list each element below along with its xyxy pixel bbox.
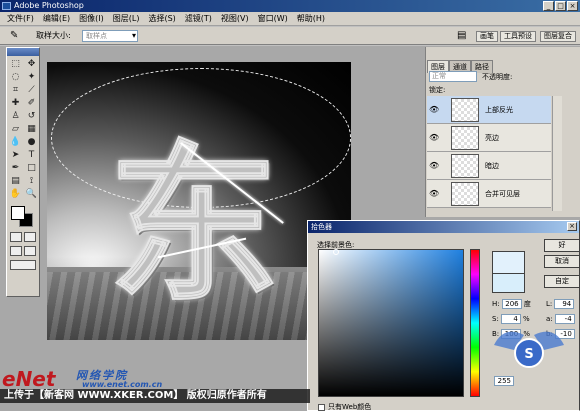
color-field[interactable] (318, 249, 464, 397)
layer-thumbnail (451, 154, 479, 178)
document-canvas[interactable]: 东 (47, 62, 351, 340)
custom-button[interactable]: 自定 (544, 275, 580, 288)
eye-icon[interactable]: 👁 (429, 161, 439, 170)
type-tool-icon[interactable]: T (24, 149, 39, 161)
crop-tool-icon[interactable]: ⌗ (8, 84, 23, 96)
brushes-tab[interactable]: 画笔 (476, 31, 498, 42)
title-bar: Adobe Photoshop _ □ × (0, 0, 580, 12)
layer-row[interactable]: 👁 合并可见层 (427, 180, 551, 208)
blend-mode-select[interactable]: 正常 (429, 71, 477, 82)
menu-filter[interactable]: 滤镜(T) (181, 12, 216, 26)
photoshop-logo-icon (2, 2, 11, 10)
menu-window[interactable]: 窗口(W) (254, 12, 292, 26)
history-brush-icon[interactable]: ↺ (24, 110, 39, 122)
eraser-tool-icon[interactable]: ▱ (8, 123, 23, 135)
web-colors-option[interactable]: 只有Web颜色 (318, 402, 371, 411)
menu-image[interactable]: 图像(I) (75, 12, 108, 26)
close-icon[interactable]: × (567, 222, 577, 231)
move-tool-icon[interactable]: ✥ (24, 58, 39, 70)
site-logo: S (494, 331, 564, 368)
menu-help[interactable]: 帮助(H) (293, 12, 329, 26)
menu-edit[interactable]: 编辑(E) (39, 12, 74, 26)
menu-file[interactable]: 文件(F) (3, 12, 38, 26)
marquee-tool-icon[interactable]: ⬚ (8, 58, 23, 70)
layer-name: 上部反光 (485, 106, 513, 114)
enet-logo: eNet (2, 367, 56, 391)
upload-caption: 上传于【新客网 WWW.XKER.COM】 版权归原作者所有 (4, 390, 267, 401)
layer-thumbnail (451, 98, 479, 122)
menu-bar: 文件(F) 编辑(E) 图像(I) 图层(L) 选择(S) 滤镜(T) 视图(V… (0, 12, 580, 26)
full-screen-icon[interactable] (24, 246, 36, 256)
pen-tool-icon[interactable]: ✒ (8, 162, 23, 174)
dodge-tool-icon[interactable]: ● (24, 136, 39, 148)
zoom-tool-icon[interactable]: 🔍 (24, 188, 39, 200)
menu-select[interactable]: 选择(S) (144, 12, 179, 26)
foreground-color-swatch[interactable] (11, 206, 25, 220)
menu-layer[interactable]: 图层(L) (109, 12, 144, 26)
gradient-tool-icon[interactable]: ▦ (24, 123, 39, 135)
glass-character: 东 (108, 125, 280, 325)
toolbox: ⬚ ✥ ◌ ✦ ⌗ ⟋ ✚ ✐ ♙ ↺ ▱ ▦ 💧 ● ➤ T ✒ □ ▤ ⟟ … (6, 47, 40, 297)
shape-tool-icon[interactable]: □ (24, 162, 39, 174)
eye-icon[interactable]: 👁 (429, 133, 439, 142)
color-swatches (7, 204, 39, 230)
options-bar: ✎ 取样大小: 取样点 ▤ 画笔 工具预设 图层复合 (0, 27, 580, 45)
eyedropper-icon[interactable]: ✎ (10, 30, 28, 42)
web-colors-label: 只有Web颜色 (328, 403, 372, 411)
path-select-icon[interactable]: ➤ (8, 149, 23, 161)
enet-site-url: www.enet.com.cn (82, 380, 163, 389)
dialog-title: 拾色器 (308, 221, 579, 233)
layer-thumbnail (451, 126, 479, 150)
layers-scrollbar[interactable] (552, 96, 562, 211)
layer-name: 合并可见层 (485, 190, 520, 198)
web-colors-checkbox[interactable] (318, 403, 325, 411)
quick-mask-icon[interactable] (24, 232, 36, 242)
notes-tool-icon[interactable]: ▤ (8, 175, 23, 187)
standard-mode-icon[interactable] (10, 232, 22, 242)
layers-list: 👁 上部反光 👁 亮边 👁 暗边 👁 合并可见层 (427, 96, 551, 208)
brush-tool-icon[interactable]: ✐ (24, 97, 39, 109)
palette-well-icon[interactable]: ▤ (457, 30, 471, 42)
eye-icon[interactable]: 👁 (429, 105, 439, 114)
tool-presets-tab[interactable]: 工具预设 (500, 31, 536, 42)
current-color-swatch (492, 273, 525, 293)
layer-row[interactable]: 👁 暗边 (427, 152, 551, 180)
layer-comps-tab[interactable]: 图层复合 (540, 31, 576, 42)
layer-name: 暗边 (485, 162, 499, 170)
maximize-button[interactable]: □ (555, 1, 566, 11)
ok-button[interactable]: 好 (544, 239, 580, 252)
clone-stamp-icon[interactable]: ♙ (8, 110, 23, 122)
menu-view[interactable]: 视图(V) (217, 12, 253, 26)
layer-row[interactable]: 👁 上部反光 (427, 96, 551, 124)
sample-size-select[interactable]: 取样点 (82, 30, 138, 42)
cancel-button[interactable]: 取消 (544, 255, 580, 268)
new-color-swatch (492, 251, 525, 273)
screen-mode-icon[interactable] (10, 246, 22, 256)
layer-thumbnail (451, 182, 479, 206)
blur-tool-icon[interactable]: 💧 (8, 136, 23, 148)
hue-slider[interactable] (470, 249, 480, 397)
slice-tool-icon[interactable]: ⟋ (24, 84, 39, 96)
jump-to-imageready-icon[interactable] (10, 260, 36, 270)
svg-text:S: S (524, 347, 533, 362)
healing-brush-icon[interactable]: ✚ (8, 97, 23, 109)
close-button[interactable]: × (567, 1, 578, 11)
opacity-label: 不透明度: (482, 73, 513, 81)
lock-label: 锁定: (429, 86, 446, 94)
sample-size-label: 取样大小: (36, 31, 71, 40)
eyedropper-tool-icon[interactable]: ⟟ (24, 175, 39, 187)
magic-wand-icon[interactable]: ✦ (24, 71, 39, 83)
layer-name: 亮边 (485, 134, 499, 142)
hand-tool-icon[interactable]: ✋ (8, 188, 23, 200)
eye-icon[interactable]: 👁 (429, 189, 439, 198)
lasso-tool-icon[interactable]: ◌ (8, 71, 23, 83)
window-title: Adobe Photoshop (14, 1, 84, 10)
color-field-marker[interactable] (333, 249, 339, 255)
toolbox-header (7, 48, 39, 56)
layer-row[interactable]: 👁 亮边 (427, 124, 551, 152)
minimize-button[interactable]: _ (543, 1, 554, 11)
